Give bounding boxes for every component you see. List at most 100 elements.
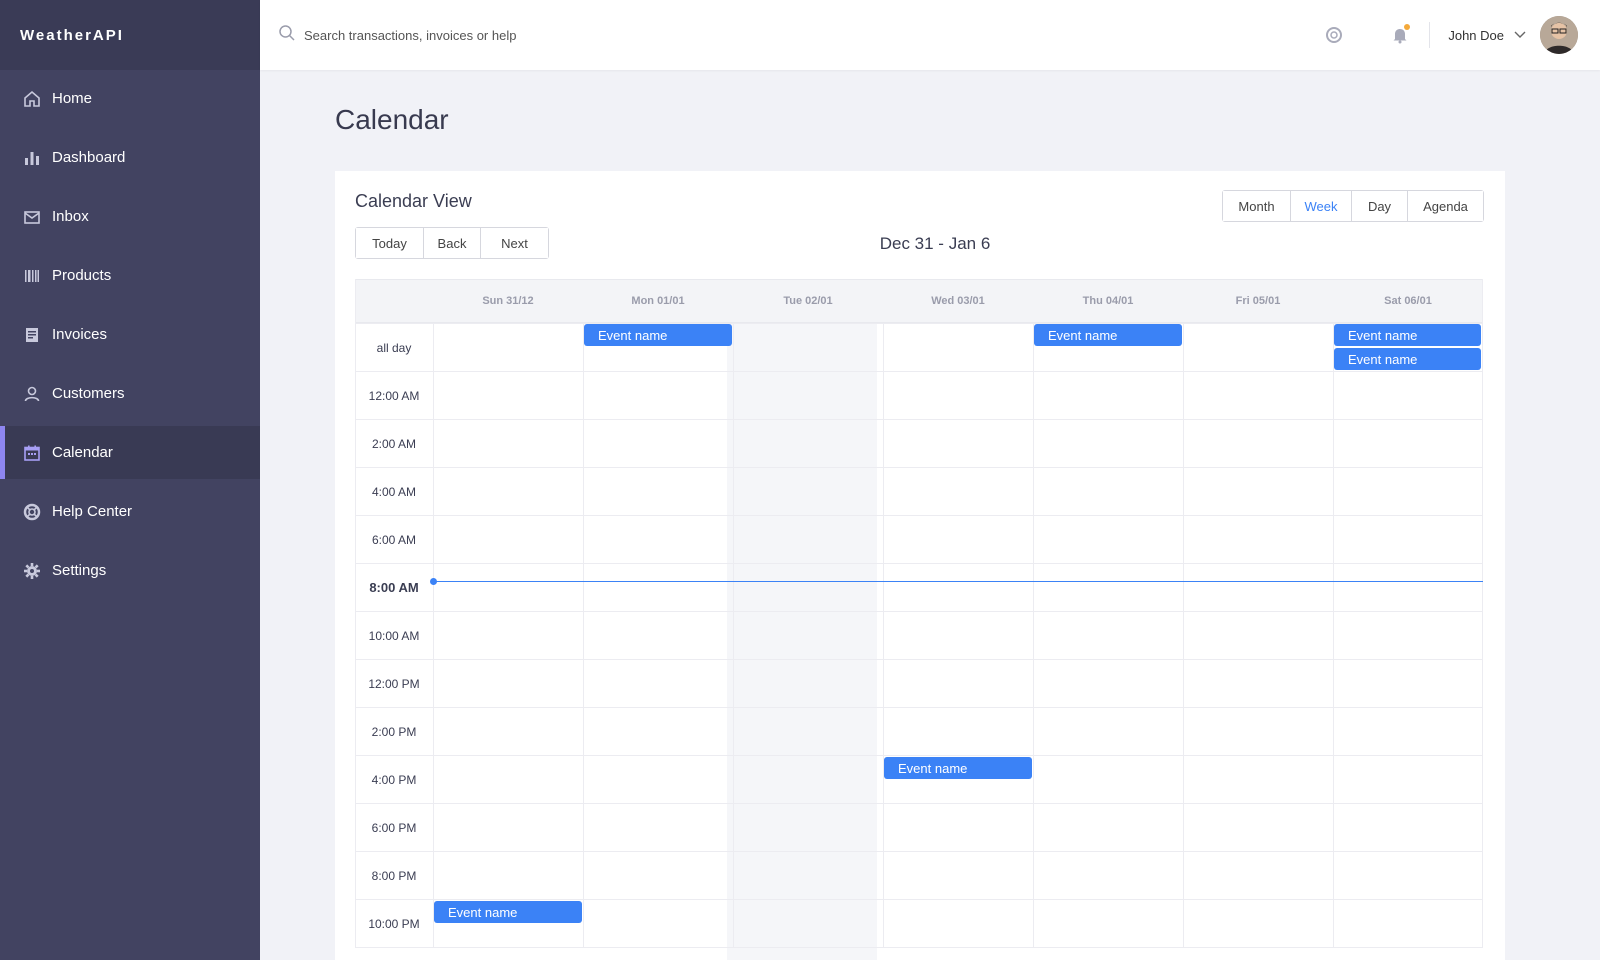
barcode-icon	[22, 266, 42, 286]
week-grid: Sun 31/12 Mon 01/01 Tue 02/01 Wed 03/01 …	[355, 279, 1483, 960]
time-label: 2:00 AM	[371, 437, 417, 451]
time-label: 12:00 PM	[368, 677, 420, 691]
brand-logo[interactable]: WeatherAPI	[0, 0, 260, 70]
column-divider	[1482, 279, 1483, 948]
sidebar-item-home[interactable]: Home	[0, 72, 260, 125]
day-view-button[interactable]: Day	[1352, 191, 1408, 221]
column-divider	[583, 323, 584, 948]
day-header[interactable]: Thu 04/01	[1033, 279, 1183, 323]
day-header[interactable]: Wed 03/01	[883, 279, 1033, 323]
user-icon	[22, 384, 42, 404]
sidebar-item-calendar[interactable]: Calendar	[0, 426, 260, 479]
time-label: 8:00 PM	[371, 869, 417, 883]
event-chip[interactable]: Event name	[584, 324, 732, 346]
event-chip[interactable]: Event name	[1334, 348, 1481, 370]
home-icon	[22, 89, 42, 109]
current-time-label: 8:00 AM	[369, 580, 419, 595]
row-divider	[355, 371, 1483, 372]
mail-icon	[22, 207, 42, 227]
row-divider	[355, 611, 1483, 612]
event-chip[interactable]: Event name	[434, 901, 582, 923]
column-divider	[883, 323, 884, 948]
bar-chart-icon	[22, 148, 42, 168]
day-header[interactable]: Sat 06/01	[1333, 279, 1483, 323]
sidebar-item-dashboard[interactable]: Dashboard	[0, 131, 260, 184]
topbar: Search transactions, invoices or help Jo…	[260, 0, 1600, 70]
day-header[interactable]: Sun 31/12	[433, 279, 583, 323]
agenda-view-button[interactable]: Agenda	[1408, 191, 1483, 221]
row-divider	[355, 899, 1483, 900]
bell-icon[interactable]	[1389, 24, 1411, 46]
sidebar-item-label: Help Center	[52, 503, 133, 520]
page-title: Calendar	[335, 104, 449, 135]
sidebar-item-label: Home	[52, 90, 93, 107]
event-chip[interactable]: Event name	[1034, 324, 1182, 346]
current-time-dot	[430, 578, 437, 585]
row-divider	[355, 515, 1483, 516]
month-view-button[interactable]: Month	[1223, 191, 1291, 221]
current-time-line	[433, 581, 1483, 582]
row-divider	[355, 851, 1483, 852]
nav-button-group: Today Back Next	[355, 227, 549, 259]
next-button[interactable]: Next	[481, 228, 548, 258]
time-label: 6:00 PM	[371, 821, 417, 835]
sidebar-item-label: Invoices	[52, 326, 108, 343]
column-divider	[1033, 323, 1034, 948]
lifebuoy-icon	[22, 502, 42, 522]
sidebar-item-label: Products	[52, 267, 112, 284]
row-divider	[355, 563, 1483, 564]
row-divider	[355, 947, 1483, 948]
row-divider	[355, 803, 1483, 804]
time-label: 12:00 AM	[368, 389, 420, 403]
search-bar[interactable]: Search transactions, invoices or help	[278, 24, 516, 47]
receipt-icon	[22, 325, 42, 345]
column-divider	[1183, 323, 1184, 948]
time-label: 6:00 AM	[371, 533, 417, 547]
week-view-button[interactable]: Week	[1291, 191, 1352, 221]
chevron-down-icon[interactable]	[1514, 31, 1526, 39]
search-icon	[278, 24, 296, 47]
sidebar-item-inbox[interactable]: Inbox	[0, 190, 260, 243]
row-divider	[355, 659, 1483, 660]
column-divider	[733, 323, 734, 948]
card-title: Calendar View	[355, 191, 472, 211]
gear-icon	[22, 561, 42, 581]
avatar[interactable]	[1540, 16, 1578, 54]
column-divider	[1333, 323, 1334, 948]
sidebar-item-label: Dashboard	[52, 149, 126, 166]
calendar-icon	[22, 443, 42, 463]
time-label: 2:00 PM	[371, 725, 417, 739]
day-header[interactable]: Fri 05/01	[1183, 279, 1333, 323]
time-label: 4:00 PM	[371, 773, 417, 787]
day-header[interactable]: Tue 02/01	[733, 279, 883, 323]
event-chip[interactable]: Event name	[884, 757, 1032, 779]
event-chip[interactable]: Event name	[1334, 324, 1481, 346]
date-range-label: Dec 31 - Jan 6	[879, 234, 991, 253]
today-button[interactable]: Today	[356, 228, 424, 258]
user-name[interactable]: John Doe	[1448, 28, 1504, 43]
day-header[interactable]: Mon 01/01	[583, 279, 733, 323]
divider	[1429, 22, 1431, 48]
notification-dot	[1404, 24, 1411, 30]
row-divider	[355, 323, 1483, 324]
column-divider	[355, 279, 356, 948]
back-button[interactable]: Back	[424, 228, 481, 258]
sidebar-item-invoices[interactable]: Invoices	[0, 308, 260, 361]
sidebar-item-label: Customers	[52, 385, 125, 402]
all-day-label: all day	[376, 341, 412, 355]
sidebar: WeatherAPI Home Dashboard Inbox Products…	[0, 0, 260, 960]
sidebar-item-products[interactable]: Products	[0, 249, 260, 302]
row-divider	[355, 707, 1483, 708]
search-input[interactable]: Search transactions, invoices or help	[304, 28, 516, 43]
sidebar-item-settings[interactable]: Settings	[0, 544, 260, 597]
time-label: 4:00 AM	[371, 485, 417, 499]
sidebar-item-label: Settings	[52, 562, 107, 579]
row-divider	[355, 755, 1483, 756]
time-label: 10:00 PM	[368, 917, 420, 931]
column-divider	[433, 323, 434, 948]
row-divider	[355, 419, 1483, 420]
view-button-group: Month Week Day Agenda	[1222, 190, 1484, 222]
sidebar-item-customers[interactable]: Customers	[0, 367, 260, 420]
globe-icon[interactable]	[1323, 24, 1345, 46]
sidebar-item-help-center[interactable]: Help Center	[0, 485, 260, 538]
